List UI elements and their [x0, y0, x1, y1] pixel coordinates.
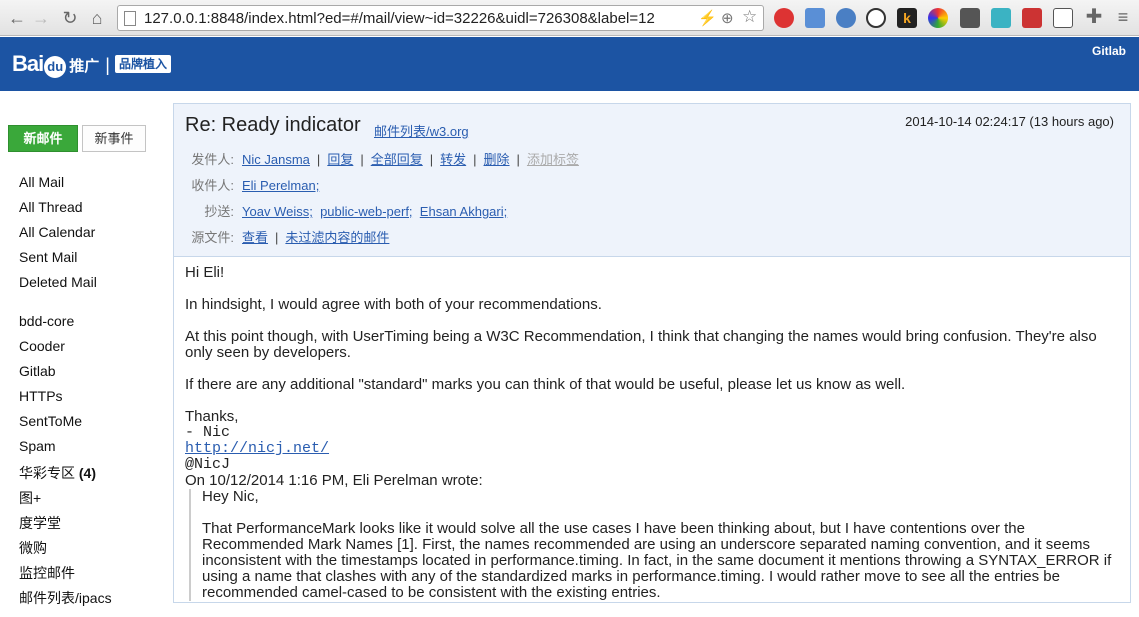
- unread-count: (4): [78, 465, 97, 481]
- logo-du: du: [44, 56, 67, 78]
- sidebar-item-sent-mail[interactable]: Sent Mail: [19, 249, 97, 274]
- signature-url-row: http://nicj.net/: [185, 441, 1115, 457]
- color-extension-icon[interactable]: [928, 8, 948, 28]
- bookmark-star-icon[interactable]: ☆: [742, 7, 757, 27]
- view-source-link[interactable]: 查看: [242, 230, 268, 245]
- cc-link[interactable]: Yoav Weiss;: [242, 204, 313, 219]
- sidebar-item-all-thread[interactable]: All Thread: [19, 199, 97, 224]
- sidebar-item-senttome[interactable]: SentToMe: [19, 413, 112, 438]
- url-text[interactable]: 127.0.0.1:8848/index.html?ed=#/mail/view…: [144, 10, 655, 27]
- source-label: 源文件:: [191, 230, 234, 245]
- reply-all-link[interactable]: 全部回复: [371, 152, 423, 167]
- adblock-extension-icon[interactable]: [774, 8, 794, 28]
- from-row: 发件人: Nic Jansma | 回复 | 全部回复 | 转发 | 删除 | 添加标签: [174, 149, 579, 168]
- reload-icon[interactable]: ↻: [59, 6, 81, 30]
- body-thanks: Thanks,: [185, 408, 239, 425]
- signature-url-link[interactable]: http://nicj.net/: [185, 440, 329, 457]
- source-row: 源文件: 查看 | 未过滤内容的邮件: [174, 227, 389, 246]
- mail-header: Re: Ready indicator 邮件列表/w3.org 2014-10-…: [174, 104, 1130, 257]
- mail-view: Re: Ready indicator 邮件列表/w3.org 2014-10-…: [173, 103, 1131, 603]
- mailing-list-link[interactable]: 邮件列表/w3.org: [374, 121, 469, 140]
- pocket-extension-icon[interactable]: [960, 8, 980, 28]
- sidebar-item-deleted-mail[interactable]: Deleted Mail: [19, 274, 97, 299]
- cc-row: 抄送: Yoav Weiss; public-web-perf; Ehsan Ak…: [174, 201, 507, 220]
- sidebar-item-weigou[interactable]: 微购: [19, 538, 112, 563]
- forward-icon[interactable]: →: [30, 6, 52, 30]
- sidebar-item-all-mail[interactable]: All Mail: [19, 174, 97, 199]
- quote-greeting: Hey Nic,: [202, 488, 259, 505]
- sidebar-item-duxuetang[interactable]: 度学堂: [19, 513, 112, 538]
- mail-body: Hi Eli! In hindsight, I would agree with…: [185, 265, 1115, 617]
- logo-promo: 推广: [69, 58, 100, 75]
- sidebar-item-tujia[interactable]: 图+: [19, 488, 112, 513]
- sidebar-primary-folders: All Mail All Thread All Calendar Sent Ma…: [19, 174, 97, 299]
- menu-icon[interactable]: ≡: [1112, 5, 1134, 29]
- new-mail-button[interactable]: 新邮件: [8, 125, 78, 152]
- sender-link[interactable]: Nic Jansma: [242, 152, 310, 167]
- cc-link[interactable]: public-web-perf;: [320, 204, 413, 219]
- body-paragraph: In hindsight, I would agree with both of…: [185, 296, 602, 313]
- lightning-icon[interactable]: ⚡: [698, 9, 717, 27]
- forward-link[interactable]: 转发: [440, 152, 466, 167]
- sidebar-item-mail-list-ipacs[interactable]: 邮件列表/ipacs: [19, 588, 112, 613]
- recipient-link[interactable]: Eli Perelman;: [242, 178, 319, 193]
- signature-name: - Nic: [185, 424, 231, 441]
- baidu-logo[interactable]: Bai du 推广 | 品牌植入: [12, 51, 171, 78]
- add-tag-link[interactable]: 添加标签: [527, 152, 579, 167]
- new-event-button[interactable]: 新事件: [82, 125, 146, 152]
- globe-extension-icon[interactable]: [836, 8, 856, 28]
- zoom-icon[interactable]: ⊕: [721, 9, 734, 27]
- body-paragraph: At this point though, with UserTiming be…: [185, 328, 1097, 361]
- quoted-message: Hey Nic, That PerformanceMark looks like…: [189, 489, 1115, 601]
- sidebar-labels: bdd-core Cooder Gitlab HTTPs SentToMe Sp…: [19, 313, 112, 613]
- quote-intro: On 10/12/2014 1:16 PM, Eli Perelman wrot…: [185, 472, 483, 489]
- app-header: Bai du 推广 | 品牌植入 Gitlab: [0, 37, 1139, 91]
- cc-link[interactable]: Ehsan Akhgari;: [420, 204, 507, 219]
- logo-tag: 品牌植入: [114, 55, 171, 73]
- k-extension-icon[interactable]: k: [897, 8, 917, 28]
- crosshair-icon[interactable]: ✚: [1083, 5, 1105, 29]
- sidebar-item-spam[interactable]: Spam: [19, 438, 112, 463]
- body-paragraph: If there are any additional "standard" m…: [185, 376, 906, 393]
- sidebar-item-huacai[interactable]: 华彩专区 (4): [19, 463, 112, 488]
- reply-link[interactable]: 回复: [327, 152, 353, 167]
- home-icon[interactable]: ⌂: [86, 6, 108, 30]
- logo-separator: |: [105, 55, 110, 75]
- from-label: 发件人:: [191, 152, 234, 167]
- circle-extension-icon[interactable]: [866, 8, 886, 28]
- logo-main: Bai: [12, 51, 44, 76]
- sofa-extension-icon[interactable]: [1022, 8, 1042, 28]
- sidebar-item-cooder[interactable]: Cooder: [19, 338, 112, 363]
- cc-label: 抄送:: [204, 204, 234, 219]
- sidebar-item-https[interactable]: HTTPs: [19, 388, 112, 413]
- quote-paragraph: That PerformanceMark looks like it would…: [202, 520, 1112, 601]
- delete-link[interactable]: 删除: [484, 152, 510, 167]
- browser-toolbar: ← → ↻ ⌂ 127.0.0.1:8848/index.html?ed=#/m…: [0, 0, 1139, 36]
- sidebar-item-monitor-mail[interactable]: 监控邮件: [19, 563, 112, 588]
- address-bar[interactable]: 127.0.0.1:8848/index.html?ed=#/mail/view…: [117, 5, 764, 31]
- sidebar-item-label: 华彩专区: [19, 465, 75, 481]
- mail-date: 2014-10-14 02:24:17 (13 hours ago): [905, 114, 1114, 129]
- back-icon[interactable]: ←: [6, 6, 28, 30]
- wave-extension-icon[interactable]: [991, 8, 1011, 28]
- s-extension-icon[interactable]: [1053, 8, 1073, 28]
- mail-subject: Re: Ready indicator: [185, 114, 361, 136]
- unfiltered-mail-link[interactable]: 未过滤内容的邮件: [285, 230, 389, 245]
- sidebar-item-gitlab[interactable]: Gitlab: [19, 363, 112, 388]
- sidebar-item-bdd-core[interactable]: bdd-core: [19, 313, 112, 338]
- page-icon: [124, 11, 136, 26]
- body-greeting: Hi Eli!: [185, 264, 225, 281]
- gitlab-link[interactable]: Gitlab: [1092, 44, 1126, 58]
- to-row: 收件人: Eli Perelman;: [174, 175, 319, 194]
- to-label: 收件人:: [191, 178, 234, 193]
- sidebar-item-all-calendar[interactable]: All Calendar: [19, 224, 97, 249]
- folder-extension-icon[interactable]: [805, 8, 825, 28]
- signature-handle: @NicJ: [185, 456, 231, 473]
